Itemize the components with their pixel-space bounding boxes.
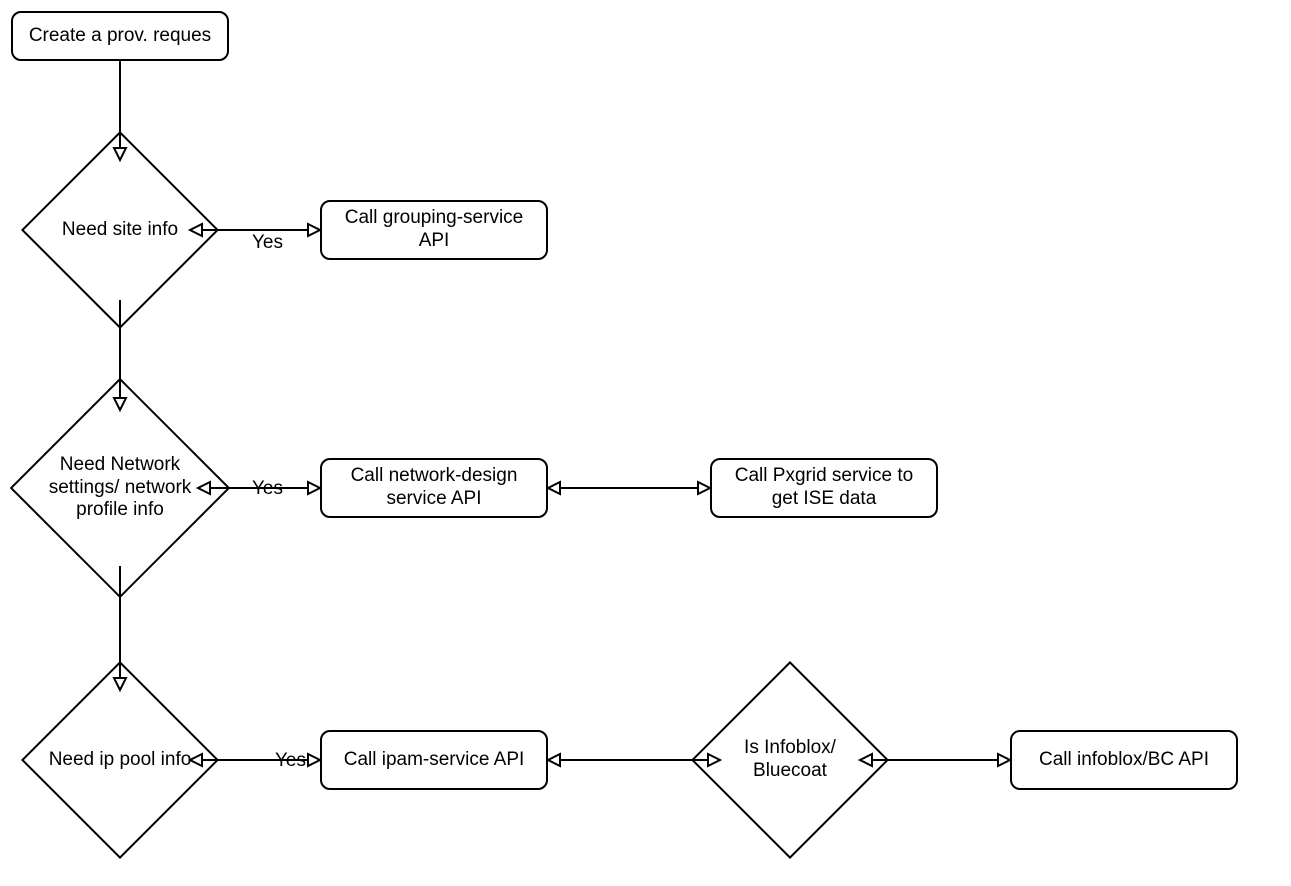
node-is-infoblox: Is Infoblox/ Bluecoat [720,690,860,830]
node-call-netdesign: Call network-design service API [320,458,548,518]
node-call-pxgrid: Call Pxgrid service to get ISE data [710,458,938,518]
node-need-site-info-label: Need site info [62,219,178,242]
node-need-site-info: Need site info [50,160,190,300]
node-call-infoblox-label: Call infoblox/BC API [1039,749,1209,772]
node-start: Create a prov. reques [11,11,229,61]
node-call-grouping-label: Call grouping-service API [330,207,538,253]
edge-label-yes-3: Yes [275,750,306,772]
node-call-netdesign-label: Call network-design service API [330,465,538,511]
node-start-label: Create a prov. reques [29,25,211,48]
edge-label-yes-2: Yes [252,478,283,500]
node-call-grouping: Call grouping-service API [320,200,548,260]
node-call-pxgrid-label: Call Pxgrid service to get ISE data [720,465,928,511]
node-is-infoblox-label: Is Infoblox/ Bluecoat [712,737,868,783]
node-need-network: Need Network settings/ network profile i… [42,410,198,566]
node-need-network-label: Need Network settings/ network profile i… [30,454,210,522]
node-need-ippool: Need ip pool info [50,690,190,830]
node-call-ipam: Call ipam-service API [320,730,548,790]
edge-label-yes-1: Yes [252,232,283,254]
node-call-infoblox: Call infoblox/BC API [1010,730,1238,790]
flowchart-canvas: Create a prov. reques Need site info Cal… [0,0,1291,886]
node-need-ippool-label: Need ip pool info [49,749,192,772]
node-call-ipam-label: Call ipam-service API [344,749,525,772]
